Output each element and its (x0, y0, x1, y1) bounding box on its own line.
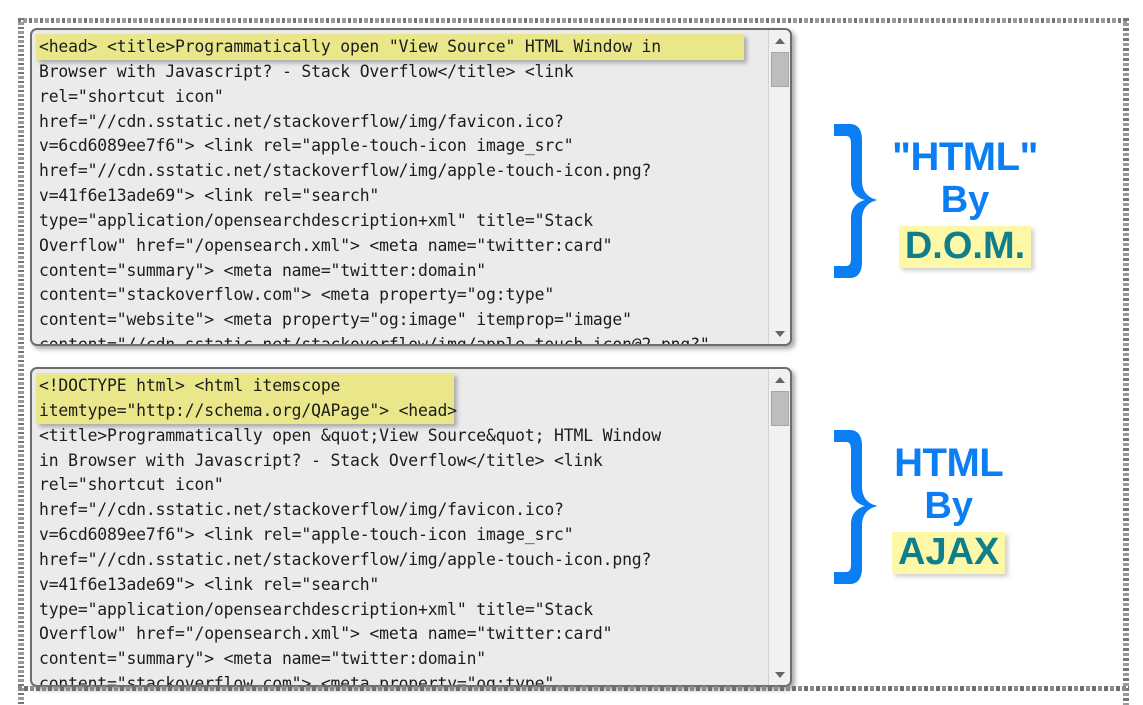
annotation-dom: "HTML" By D.O.M. (824, 118, 1039, 286)
annotation-dom-line1: "HTML" (892, 134, 1039, 179)
code-text-dom: <head> <title>Programmatically open "Vie… (39, 37, 710, 344)
frame-edge-left (18, 18, 24, 705)
annotation-dom-line2: By (940, 178, 990, 221)
curly-brace-icon (824, 424, 882, 592)
code-pane-dom[interactable]: <head> <title>Programmatically open "Vie… (30, 28, 792, 346)
code-pane-ajax[interactable]: <!DOCTYPE html> <html itemscope itemtype… (30, 367, 792, 687)
annotation-ajax-line3: AJAX (892, 531, 1006, 574)
code-text-ajax: <!DOCTYPE html> <html itemscope itemtype… (39, 376, 661, 685)
annotation-ajax-line1: HTML (894, 440, 1004, 485)
annotation-ajax: HTML By AJAX (824, 424, 1006, 592)
annotation-dom-line3: D.O.M. (898, 225, 1032, 268)
annotation-ajax-line2: By (924, 484, 973, 527)
scroll-up-arrow-dom[interactable] (769, 32, 790, 49)
scrollbar-dom[interactable] (768, 30, 790, 344)
scroll-thumb-ajax[interactable] (771, 391, 789, 426)
scroll-thumb-dom[interactable] (771, 52, 789, 87)
scrollbar-ajax[interactable] (768, 369, 790, 685)
frame-edge-top (18, 18, 1129, 23)
scroll-down-arrow-dom[interactable] (769, 325, 790, 342)
scroll-up-arrow-ajax[interactable] (769, 371, 790, 388)
code-body-ajax[interactable]: <!DOCTYPE html> <html itemscope itemtype… (32, 369, 769, 685)
screenshot-root: <head> <title>Programmatically open "Vie… (0, 0, 1143, 705)
scroll-down-arrow-ajax[interactable] (769, 666, 790, 683)
annotation-ajax-text: HTML By AJAX (892, 440, 1006, 574)
code-body-dom[interactable]: <head> <title>Programmatically open "Vie… (32, 30, 769, 344)
frame-edge-right (1123, 18, 1129, 705)
annotation-dom-text: "HTML" By D.O.M. (892, 134, 1039, 268)
curly-brace-icon (824, 118, 882, 286)
